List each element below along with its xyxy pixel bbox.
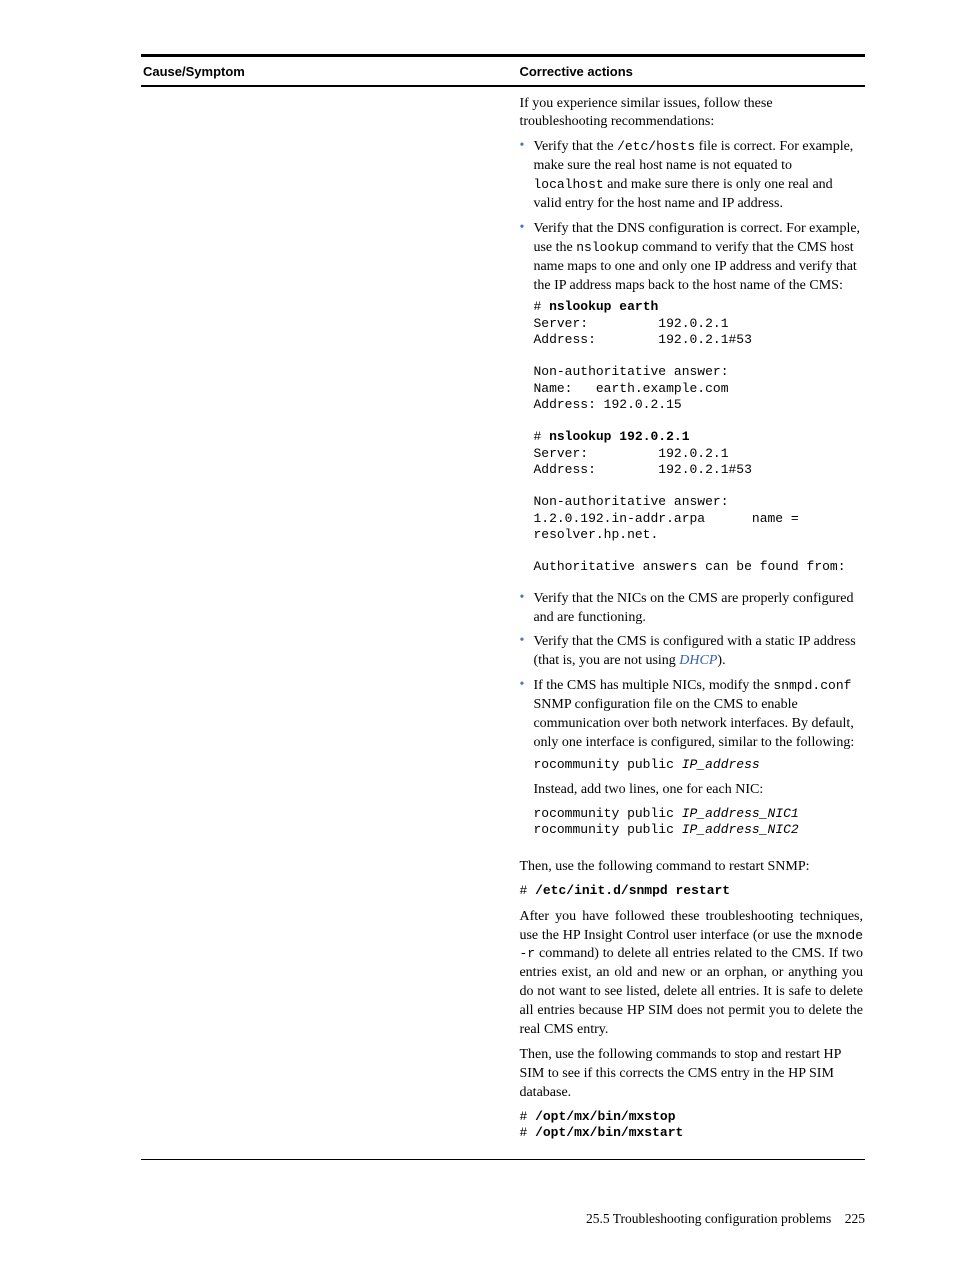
console-block-1: # nslookup earth Server: 192.0.2.1 Addre… (533, 299, 863, 575)
cell-cause (141, 87, 517, 1159)
ip-addr-nic2: IP_address_NIC2 (682, 822, 799, 837)
console-rocommunity-1: rocommunity public IP_address (533, 757, 863, 773)
list-item: Verify that the DNS configuration is cor… (533, 220, 863, 590)
text: Instead, add two lines, one for each NIC… (533, 781, 863, 800)
list-item: Verify that the /etc/hosts file is corre… (533, 138, 863, 220)
cmd: /opt/mx/bin/mxstop (535, 1109, 675, 1124)
ip-addr-nic1: IP_address_NIC1 (682, 806, 799, 821)
text: SNMP configuration file on the CMS to en… (533, 697, 854, 750)
dhcp-link[interactable]: DHCP (679, 653, 717, 668)
list-item: Verify that the CMS is configured with a… (533, 633, 863, 677)
th-cause: Cause/Symptom (141, 59, 517, 85)
code-localhost: localhost (533, 177, 603, 192)
list-item: If the CMS has multiple NICs, modify the… (533, 677, 863, 852)
footer-page-number: 225 (845, 1211, 865, 1226)
bullet-list: Verify that the /etc/hosts file is corre… (519, 138, 863, 852)
console-mx-cmds: # /opt/mx/bin/mxstop # /opt/mx/bin/mxsta… (519, 1109, 863, 1142)
troubleshooting-table: Cause/Symptom Corrective actions If you … (141, 59, 865, 1160)
text: command) to delete all entries related t… (519, 946, 863, 1037)
ip-addr: IP_address (682, 757, 760, 772)
cmd: /etc/init.d/snmpd restart (535, 883, 730, 898)
text: After you have followed these troublesho… (519, 909, 863, 943)
text: rocommunity public (533, 757, 681, 772)
text: Verify that the (533, 139, 617, 154)
th-action: Corrective actions (517, 59, 865, 85)
text: rocommunity public (533, 822, 681, 837)
hash: # (519, 883, 535, 898)
rule-top (141, 54, 865, 57)
table-row: If you experience similar issues, follow… (141, 87, 865, 1159)
cmd: nslookup earth (549, 299, 658, 314)
page-footer: 25.5 Troubleshooting configuration probl… (141, 1160, 865, 1228)
code-snmpd-conf: snmpd.conf (773, 678, 851, 693)
para-after-troubleshoot: After you have followed these troublesho… (519, 908, 863, 1040)
code-etc-hosts: /etc/hosts (617, 139, 695, 154)
cell-actions: If you experience similar issues, follow… (517, 87, 865, 1159)
hash: # (519, 1109, 535, 1124)
console-restart-snmp: # /etc/init.d/snmpd restart (519, 883, 863, 899)
cmd: /opt/mx/bin/mxstart (535, 1125, 683, 1140)
text: If the CMS has multiple NICs, modify the (533, 678, 773, 693)
page: Cause/Symptom Corrective actions If you … (0, 0, 954, 1271)
cmd: nslookup 192.0.2.1 (549, 429, 689, 444)
hash: # (519, 1125, 535, 1140)
text: ). (717, 653, 725, 668)
list-item: Verify that the NICs on the CMS are prop… (533, 590, 863, 634)
console-rocommunity-2: rocommunity public IP_address_NIC1 rocom… (533, 806, 863, 839)
text: rocommunity public (533, 806, 681, 821)
intro-para: If you experience similar issues, follow… (519, 95, 863, 133)
para-restart-snmp: Then, use the following command to resta… (519, 858, 863, 877)
code-nslookup: nslookup (576, 240, 638, 255)
para-restart-sim: Then, use the following commands to stop… (519, 1046, 863, 1103)
footer-section: 25.5 Troubleshooting configuration probl… (586, 1211, 831, 1226)
